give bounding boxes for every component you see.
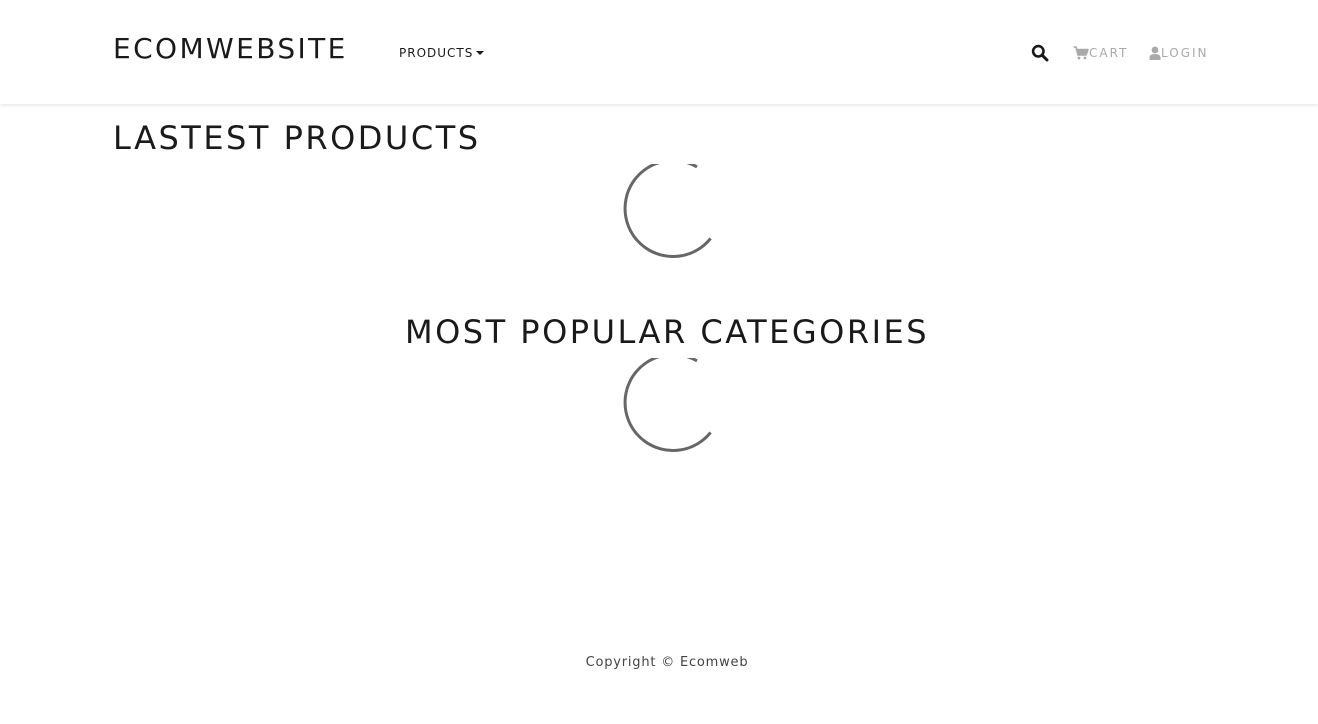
popular-categories-title: MOST POPULAR CATEGORIES: [404, 313, 930, 351]
cart-icon: [1073, 46, 1089, 60]
cart-link[interactable]: CART: [1073, 44, 1128, 62]
search-icon: [1031, 44, 1049, 62]
user-icon: [1149, 46, 1161, 60]
caret-down-icon: [476, 51, 485, 55]
spinner-icon: [623, 353, 712, 452]
loading-spinner-categories: [615, 353, 715, 462]
footer: Copyright © Ecomweb: [0, 654, 1318, 672]
copyright-text: Copyright © Ecomweb: [585, 655, 749, 670]
products-dropdown[interactable]: PRODUCTS: [399, 44, 485, 62]
search-button[interactable]: [1031, 44, 1049, 62]
loading-spinner-products: [615, 159, 715, 268]
login-label: LOGIN: [1161, 46, 1209, 60]
cart-label: CART: [1089, 46, 1129, 60]
products-dropdown-label: PRODUCTS: [399, 46, 474, 60]
brand-logo-link[interactable]: ECOMWEBSITE: [113, 29, 348, 69]
navbar: ECOMWEBSITE PRODUCTS CART LOGIN: [0, 0, 1318, 104]
spinner-icon: [623, 159, 712, 258]
latest-products-title: LASTEST PRODUCTS: [113, 119, 481, 157]
login-link[interactable]: LOGIN: [1149, 44, 1209, 62]
